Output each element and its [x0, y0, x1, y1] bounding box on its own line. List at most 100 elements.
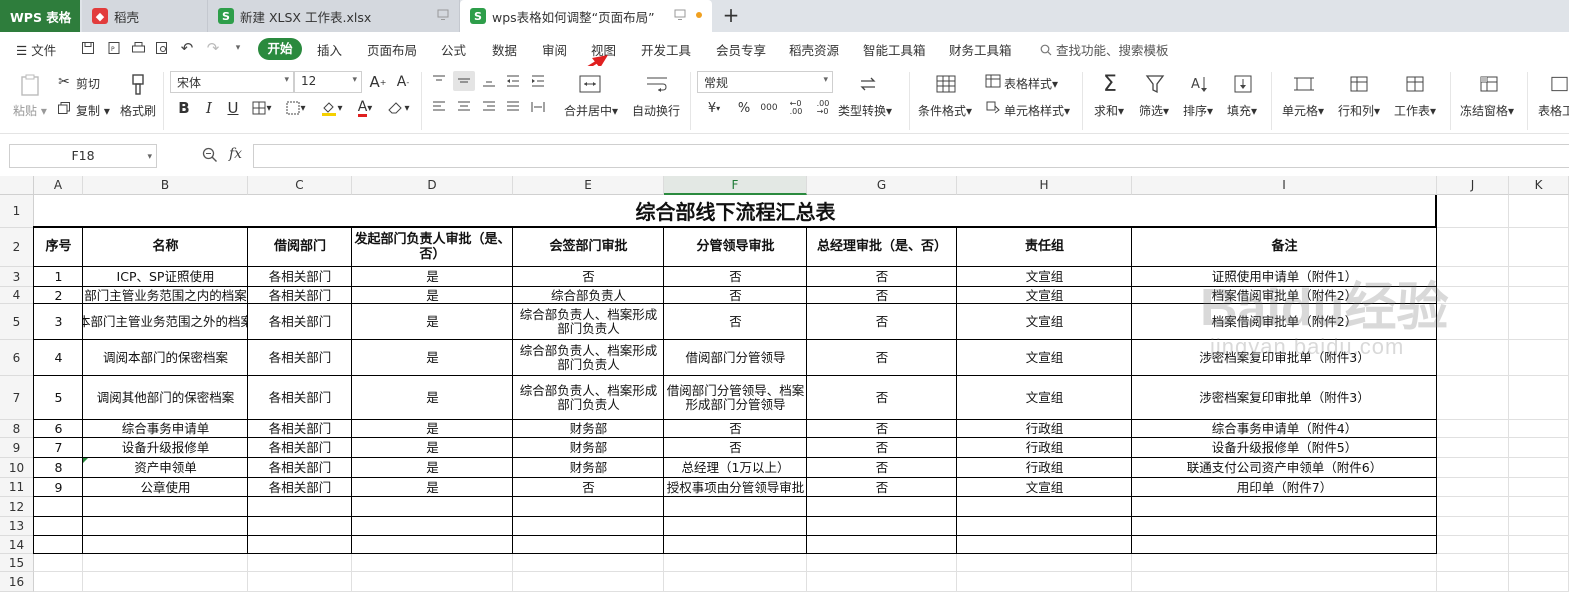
table-cell[interactable]: 是 [352, 267, 513, 287]
table-cell[interactable]: 设备升级报修单（附件5） [1132, 438, 1437, 458]
redo-icon[interactable]: ↷ [203, 38, 223, 58]
column-header-i[interactable]: I [1132, 176, 1437, 195]
freeze-panes-button[interactable]: 冻结窗格▾ [1460, 102, 1514, 119]
table-cell[interactable]: 否 [807, 376, 957, 420]
quick-access-dropdown-icon[interactable]: ▾ [228, 38, 248, 58]
file-menu[interactable]: ☰ 文件 [16, 40, 56, 59]
column-header-a[interactable]: A [34, 176, 83, 195]
row-header-3[interactable]: 3 [0, 267, 34, 287]
auto-wrap-button[interactable]: 自动换行 [632, 102, 680, 119]
row-header-1[interactable]: 1 [0, 195, 34, 228]
freeze-panes-icon[interactable] [1476, 72, 1502, 96]
row-header-7[interactable]: 7 [0, 376, 34, 420]
table-cell[interactable]: 各相关部门 [248, 478, 352, 497]
font-color-icon[interactable]: A ▾ [352, 98, 378, 118]
table-cell[interactable]: 是 [352, 478, 513, 497]
table-cell[interactable]: 本部门主管业务范围之外的档案 [83, 304, 248, 340]
formula-input[interactable] [253, 144, 1569, 168]
row-header-15[interactable]: 15 [0, 554, 34, 572]
table-cell[interactable]: 财务部 [513, 438, 664, 458]
row-header-14[interactable]: 14 [0, 536, 34, 554]
cell-style-icon[interactable] [984, 99, 1002, 115]
table-cell[interactable]: 6 [34, 420, 83, 438]
cell-button[interactable]: 单元格▾ [1282, 102, 1324, 119]
table-cell[interactable]: 2 [34, 287, 83, 304]
copy-button[interactable]: 复制 ▾ [76, 102, 110, 119]
table-cell[interactable]: 公章使用 [83, 478, 248, 497]
table-cell[interactable]: 是 [352, 287, 513, 304]
table-cell[interactable]: 借阅部门分管领导 [664, 340, 807, 376]
justify-icon[interactable] [504, 98, 522, 116]
table-cell[interactable]: 文宣组 [957, 304, 1132, 340]
table-cell[interactable]: 财务部 [513, 420, 664, 438]
cell-style-button[interactable]: 单元格样式▾ [1004, 102, 1070, 119]
table-cell[interactable]: 文宣组 [957, 287, 1132, 304]
table-cell[interactable]: 3 [34, 304, 83, 340]
table-cell[interactable]: 部门主管业务范围之内的档案 [83, 287, 248, 304]
table-cell[interactable]: 联通支付公司资产申领单（附件6） [1132, 458, 1437, 478]
filter-icon[interactable] [1142, 72, 1168, 96]
underline-icon[interactable]: U [223, 98, 243, 118]
sheet-title-cell[interactable]: 综合部线下流程汇总表 [34, 195, 1437, 228]
table-cell[interactable]: 是 [352, 420, 513, 438]
column-header-c[interactable]: C [248, 176, 352, 195]
align-center-icon[interactable] [455, 98, 473, 116]
cut-icon[interactable]: ✂ [55, 73, 73, 91]
header-cell[interactable]: 责任组 [957, 228, 1132, 267]
type-convert-icon[interactable] [855, 72, 881, 96]
column-header-k[interactable]: K [1509, 176, 1569, 195]
align-bottom-icon[interactable] [480, 72, 498, 90]
distributed-align-icon[interactable] [529, 98, 547, 116]
menu-tab-member[interactable]: 会员专享 [716, 40, 766, 59]
table-cell[interactable]: 9 [34, 478, 83, 497]
table-cell[interactable]: 否 [807, 304, 957, 340]
menu-tab-daoke-resources[interactable]: 稻壳资源 [789, 40, 839, 59]
table-cell[interactable]: 综合部负责人、档案形成部门负责人 [513, 340, 664, 376]
sum-icon[interactable]: Σ [1097, 72, 1123, 97]
header-cell[interactable]: 发起部门负责人审批（是、否） [352, 228, 513, 267]
menu-tab-data[interactable]: 数据 [492, 40, 517, 59]
menu-tab-page-layout[interactable]: 页面布局 [367, 40, 417, 59]
table-cell[interactable]: 综合事务申请单 [83, 420, 248, 438]
table-cell[interactable]: 否 [664, 420, 807, 438]
type-convert-button[interactable]: 类型转换▾ [838, 102, 892, 119]
table-cell[interactable]: 综合部负责人、档案形成部门负责人 [513, 304, 664, 340]
table-cell[interactable]: 是 [352, 458, 513, 478]
table-cell[interactable]: 否 [664, 438, 807, 458]
table-cell[interactable]: 否 [664, 304, 807, 340]
filter-button[interactable]: 筛选▾ [1139, 102, 1169, 119]
decrease-font-size-icon[interactable]: A- [393, 72, 413, 92]
row-header-6[interactable]: 6 [0, 340, 34, 376]
insert-function-button[interactable]: fx [229, 146, 242, 162]
save-icon[interactable] [78, 38, 98, 58]
copy-icon[interactable] [55, 99, 73, 117]
table-style-button[interactable]: 表格样式▾ [1004, 75, 1058, 92]
worksheet-icon[interactable] [1402, 72, 1428, 96]
paste-icon[interactable] [17, 72, 43, 98]
table-cell[interactable]: 否 [807, 458, 957, 478]
tab-active-document[interactable]: S wps表格如何调整“页面布局” [460, 0, 712, 32]
table-cell[interactable]: 否 [664, 287, 807, 304]
table-cell[interactable]: 各相关部门 [248, 304, 352, 340]
table-cell[interactable]: 调阅其他部门的保密档案 [83, 376, 248, 420]
auto-wrap-icon[interactable] [644, 72, 670, 96]
header-cell[interactable]: 会签部门审批 [513, 228, 664, 267]
currency-icon[interactable]: ¥ ▾ [703, 98, 725, 118]
align-left-icon[interactable] [430, 98, 448, 116]
number-format-select[interactable]: 常规 ▾ [697, 71, 833, 93]
table-cell[interactable]: 是 [352, 304, 513, 340]
undo-icon[interactable]: ↶ [177, 38, 197, 58]
fill-color-icon[interactable]: ▾ [318, 98, 346, 118]
tab-new-xlsx[interactable]: S 新建 XLSX 工作表.xlsx [208, 0, 460, 32]
row-header-9[interactable]: 9 [0, 438, 34, 458]
table-cell[interactable]: 各相关部门 [248, 376, 352, 420]
fill-down-icon[interactable] [1230, 72, 1256, 96]
header-cell[interactable]: 备注 [1132, 228, 1437, 267]
format-painter-button[interactable]: 格式刷 [120, 102, 156, 119]
clear-format-icon[interactable]: ▾ [385, 98, 413, 118]
column-header-j[interactable]: J [1437, 176, 1509, 195]
conditional-format-button[interactable]: 条件格式▾ [918, 102, 972, 119]
table-cell[interactable]: 1 [34, 267, 83, 287]
table-tools-button[interactable]: 表格工 [1538, 102, 1569, 119]
row-header-2[interactable]: 2 [0, 228, 34, 267]
